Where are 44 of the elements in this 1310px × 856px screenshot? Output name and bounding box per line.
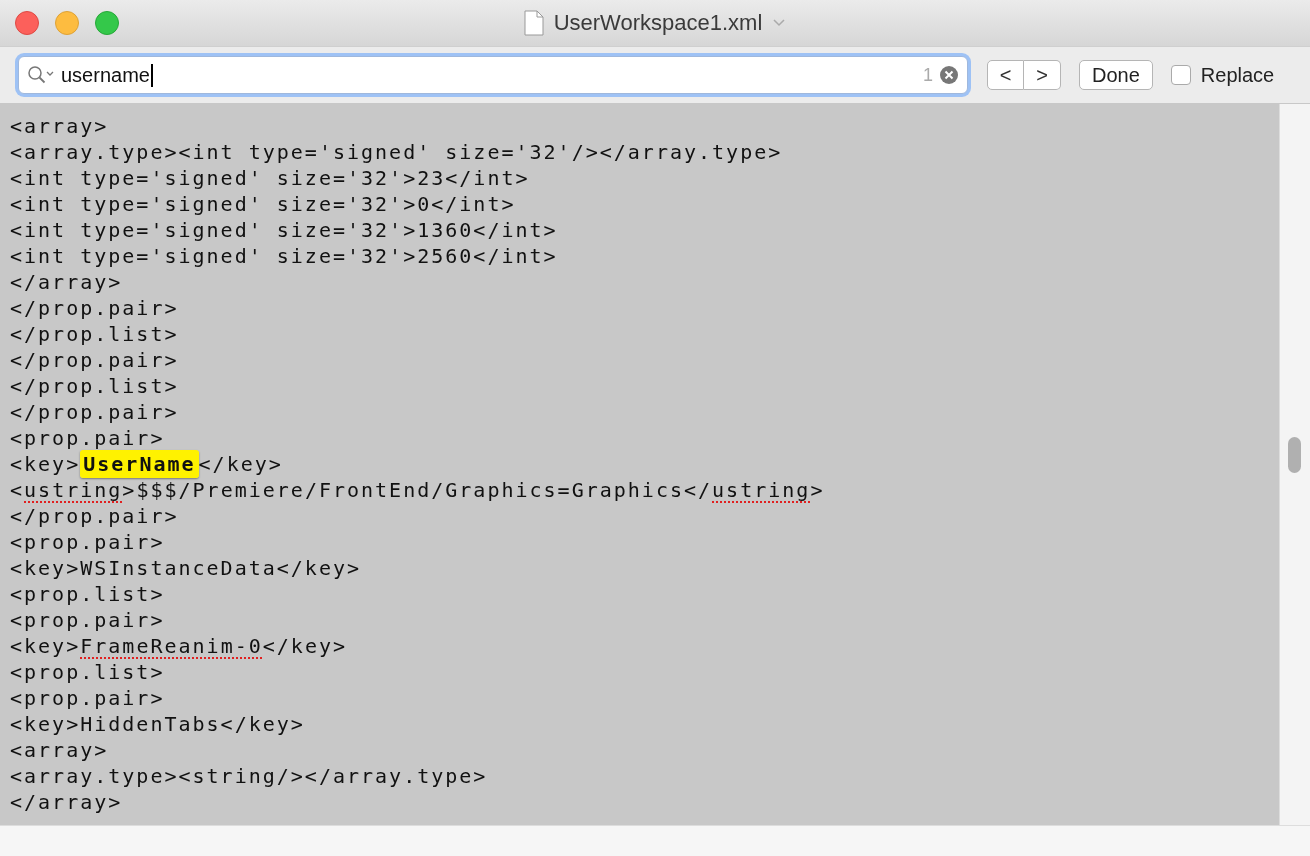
code-line: <array>	[10, 737, 110, 763]
chevron-down-icon[interactable]	[772, 18, 787, 28]
previous-button[interactable]: <	[987, 60, 1024, 90]
scrollbar-thumb[interactable]	[1288, 437, 1301, 473]
zoom-icon[interactable]	[95, 11, 119, 35]
code-line: <int type='signed' size='32'>1360</int>	[10, 217, 559, 243]
clear-icon[interactable]	[939, 65, 959, 85]
code-line: <array.type><string/></array.type>	[10, 763, 489, 789]
code-line: </array>	[10, 269, 124, 295]
code-line: </prop.list>	[10, 321, 180, 347]
code-line: <key>HiddenTabs</key>	[10, 711, 306, 737]
search-query: username	[61, 63, 153, 87]
code-line: <prop.pair>	[10, 607, 166, 633]
code-line: <ustring>$$$/Premiere/FrontEnd/Graphics=Graphics</ustring>	[10, 477, 826, 503]
replace-checkbox[interactable]	[1170, 65, 1191, 85]
code-line: <prop.pair>	[10, 685, 166, 711]
code-line: <prop.pair>	[10, 425, 166, 451]
done-button[interactable]: Done	[1079, 60, 1153, 90]
code-line: </prop.pair>	[10, 295, 180, 321]
code-line: <prop.list>	[10, 581, 166, 607]
code-line: <prop.pair>	[10, 529, 166, 555]
code-line: <key>WSInstanceData</key>	[10, 555, 363, 581]
code-line: </prop.pair>	[10, 503, 180, 529]
search-field[interactable]: username 1	[18, 56, 968, 94]
minimize-icon[interactable]	[55, 11, 79, 35]
code-line: </prop.list>	[10, 373, 180, 399]
code-line: </prop.pair>	[10, 347, 180, 373]
code-line: <key>UserName</key>	[10, 451, 284, 477]
replace-label: Replace	[1200, 63, 1275, 87]
search-icon[interactable]	[27, 65, 55, 85]
code-line: </prop.pair>	[10, 399, 180, 425]
code-line: <array>	[10, 113, 110, 139]
close-icon[interactable]	[15, 11, 39, 35]
code-line: </array>	[10, 789, 124, 815]
window-title: UserWorkspace1.xml	[553, 10, 763, 36]
code-line: <int type='signed' size='32'>23</int>	[10, 165, 531, 191]
match-count: 1	[923, 64, 933, 86]
code-line: <int type='signed' size='32'>2560</int>	[10, 243, 559, 269]
document-icon	[523, 10, 544, 36]
code-line: <prop.list>	[10, 659, 166, 685]
code-line: <key>FrameReanim-0</key>	[10, 633, 348, 659]
code-line: <array.type><int type='signed' size='32'/></array.type>	[10, 139, 784, 165]
code-line: <int type='signed' size='32'>0</int>	[10, 191, 517, 217]
next-button[interactable]: >	[1024, 60, 1061, 90]
